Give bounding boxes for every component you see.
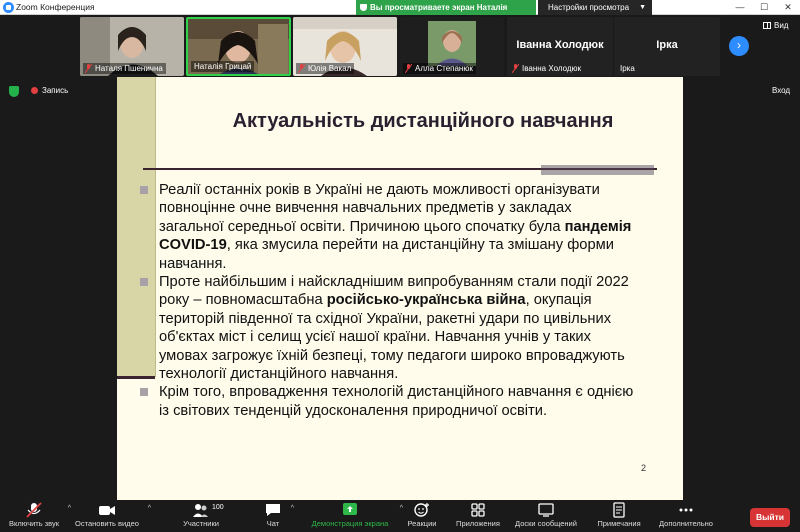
grid-view-icon [763, 22, 771, 29]
share-screen-icon [343, 503, 357, 515]
slide-bullet: Крім того, впровадження технологій диста… [139, 383, 639, 420]
slide-rule-accent [541, 165, 654, 175]
view-options-label: Настройки просмотра [548, 3, 630, 12]
participant-display-name: Іванна Холодюк [516, 39, 604, 51]
leave-button[interactable]: Выйти [750, 508, 790, 527]
share-screen-button[interactable]: ^ Демонстрация экрана [306, 502, 403, 532]
notes-icon [613, 502, 625, 518]
chevron-up-icon[interactable]: ^ [68, 505, 71, 512]
more-button[interactable]: Дополнительно [655, 502, 717, 532]
participants-icon [193, 504, 208, 517]
share-screen-label: Демонстрация экрана [311, 519, 389, 528]
minimize-button[interactable]: — [728, 0, 752, 15]
chat-bubble-icon [266, 504, 280, 516]
view-options-button[interactable]: Настройки просмотра ▼ [538, 0, 652, 15]
apps-label: Приложения [456, 519, 500, 528]
chat-button[interactable]: ^ Чат [261, 502, 294, 532]
bullet-square-icon [140, 388, 148, 397]
participant-name: Наталія Грицай [191, 61, 255, 72]
slide-title: Актуальність дистанційного навчання [232, 110, 614, 132]
reactions-button[interactable]: Реакции [403, 502, 441, 532]
smiley-plus-icon [414, 503, 429, 517]
participant-name: Алла Степанюк [403, 63, 476, 74]
recording-label: Запись [42, 86, 69, 95]
participant-name: Іванна Холодюк [510, 63, 584, 74]
record-icon [31, 87, 38, 94]
stop-video-button[interactable]: ^ Остановить видео [72, 502, 151, 532]
window-title: Zoom Конференция [16, 2, 95, 12]
view-button[interactable]: Вид [763, 21, 788, 30]
chevron-right-icon: › [737, 38, 741, 52]
video-tile[interactable]: Іванна Холодюк Іванна Холодюк [507, 17, 613, 76]
whiteboard-icon [538, 503, 554, 517]
participant-display-name: Ірка [656, 39, 678, 51]
bullet-square-icon [140, 278, 148, 287]
recording-indicator[interactable]: Запись [31, 86, 68, 96]
chevron-up-icon[interactable]: ^ [291, 505, 294, 512]
close-button[interactable]: ✕ [776, 0, 800, 15]
stop-video-label: Остановить видео [75, 519, 139, 528]
zoom-window: Zoom Конференция Вы просматриваете экран… [0, 0, 800, 532]
slide-page-number: 2 [641, 463, 647, 473]
participants-count: 100 [212, 504, 224, 511]
video-tile[interactable]: Алла Степанюк [400, 17, 504, 76]
shared-screen-slide: Актуальність дистанційного навчання Реал… [117, 77, 683, 500]
zoom-logo-icon [3, 2, 14, 13]
mic-muted-icon [298, 64, 305, 73]
slide-bullet: Реалії останніх років в Україні не дають… [139, 181, 639, 273]
video-tile[interactable]: Наталя Пшеничнa [80, 17, 184, 76]
meeting-toolbar: ^ Включить звук ^ Остановить видео Участ… [0, 501, 800, 532]
view-button-label: Вид [774, 21, 789, 30]
mic-muted-icon [405, 64, 412, 73]
unmute-label: Включить звук [8, 519, 60, 528]
notes-label: Примечания [597, 519, 641, 528]
participant-name: Ірка [620, 64, 635, 73]
reactions-label: Реакции [407, 519, 437, 528]
participant-gallery: Наталя Пшеничнa Наталія Грицай Юлія Вака… [0, 15, 800, 77]
apps-icon [471, 503, 485, 517]
participant-name: Наталя Пшеничнa [83, 63, 166, 74]
screen-share-banner: Вы просматриваете экран Наталія Грицай [356, 0, 536, 27]
bullet-square-icon [140, 186, 148, 194]
mic-muted-icon [26, 502, 42, 518]
whiteboards-label: Доски сообщений [515, 519, 577, 528]
mic-muted-icon [512, 64, 519, 73]
unmute-button[interactable]: ^ Включить звук [6, 502, 71, 532]
window-controls: — ☐ ✕ [728, 0, 800, 15]
enter-button[interactable]: Вход [772, 86, 790, 95]
security-shield-icon[interactable] [9, 86, 19, 97]
slide-bullets: Реалії останніх років в Україні не дають… [139, 181, 639, 420]
more-dots-icon [679, 508, 693, 512]
title-bar: Zoom Конференция Вы просматриваете экран… [0, 0, 800, 27]
video-tile-active-speaker[interactable]: Наталія Грицай [186, 17, 291, 76]
next-page-button[interactable]: › [729, 36, 749, 56]
whiteboards-button[interactable]: Доски сообщений [513, 502, 579, 532]
chat-label: Чат [266, 519, 280, 528]
maximize-button[interactable]: ☐ [752, 0, 776, 15]
participants-label: Участники [183, 519, 219, 528]
apps-button[interactable]: Приложения [452, 502, 504, 532]
chevron-up-icon[interactable]: ^ [148, 505, 151, 512]
chevron-down-icon: ▼ [639, 4, 646, 11]
shield-icon [360, 4, 367, 11]
participant-name: Юлія Вакал [296, 63, 355, 74]
notes-button[interactable]: Примечания [594, 502, 644, 532]
slide-bullet: Проте найбільшим і найскладнішим випробу… [139, 273, 639, 383]
video-camera-icon [99, 506, 115, 515]
video-tile[interactable]: Ірка Ірка [614, 17, 720, 76]
video-tile[interactable]: Юлія Вакал [293, 17, 397, 76]
mic-muted-icon [85, 64, 92, 73]
more-label: Дополнительно [659, 519, 713, 528]
